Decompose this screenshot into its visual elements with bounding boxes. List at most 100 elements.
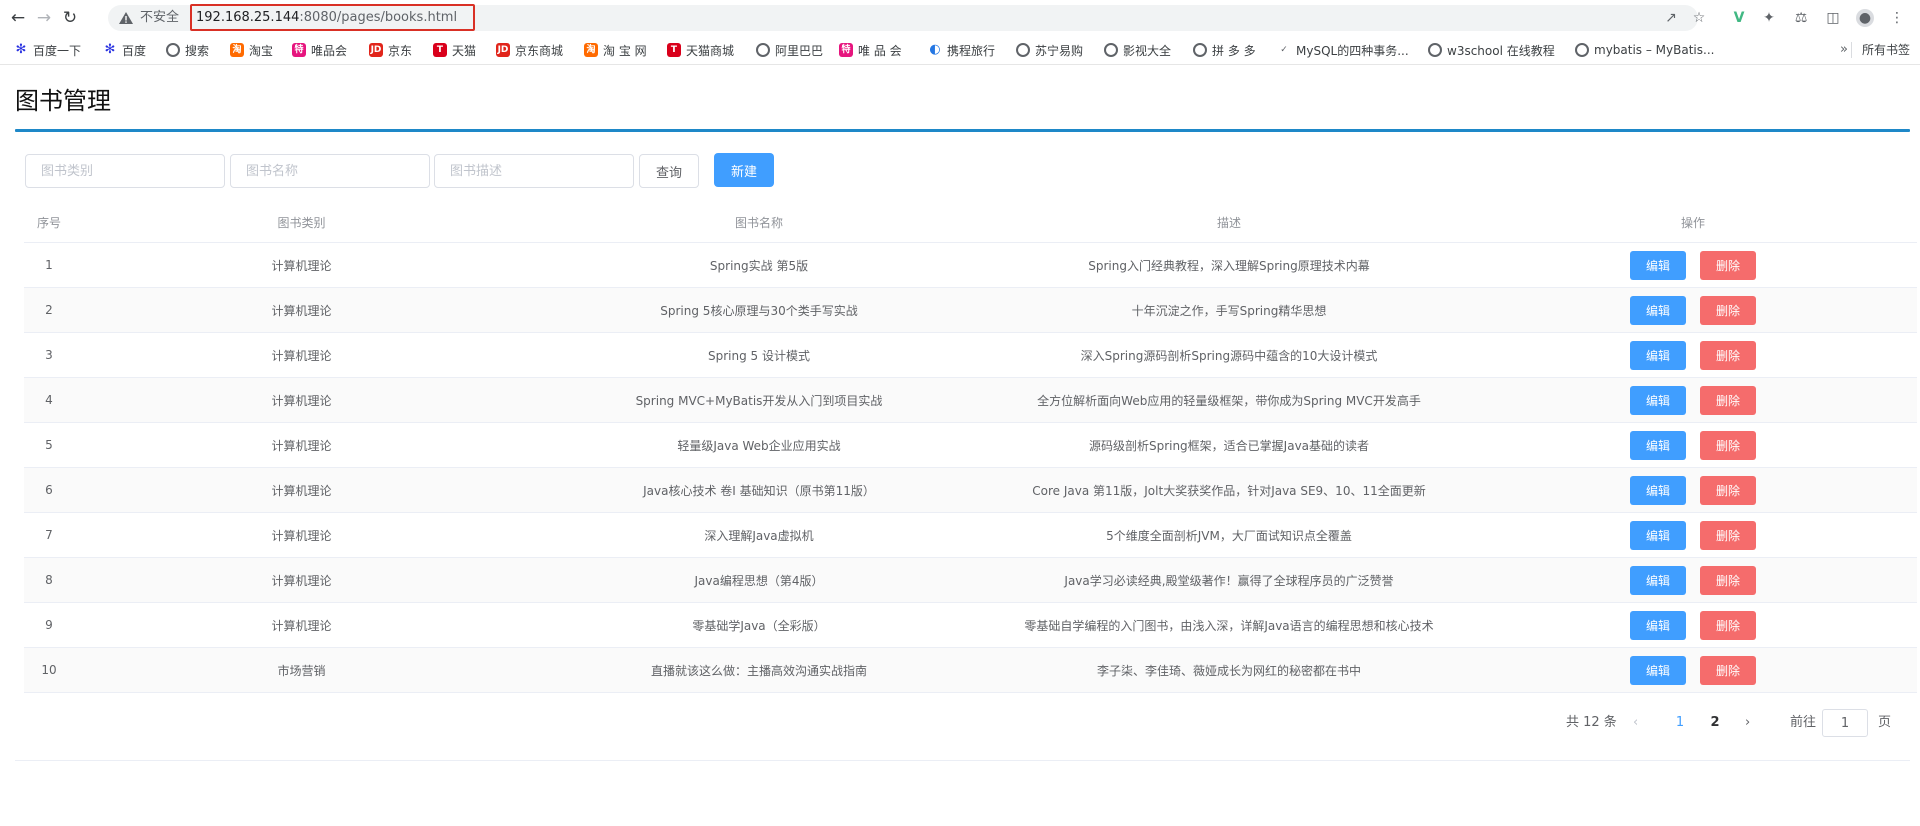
cell-index: 1 [45,258,53,272]
name-search-input[interactable] [230,154,430,188]
all-bookmarks-button[interactable]: 所有书签 [1850,42,1910,58]
new-book-button[interactable]: 新建 [714,153,774,187]
delete-button[interactable]: 删除 [1700,340,1756,370]
bookmark-item[interactable]: JD 京东 [369,42,412,58]
delete-button[interactable]: 删除 [1700,385,1756,415]
bookmark-label: 搜索 [185,43,210,58]
url-path: :8080/pages/books.html [299,10,458,25]
bookmark-item[interactable]: ✻ 百度 [103,42,146,58]
forward-icon[interactable]: → [34,8,54,28]
cell-operations: 编辑 删除 [1469,250,1917,280]
browser-toolbar: ← → ↻ 不安全 192.168.25.144:8080/pages/book… [0,0,1920,35]
bookmarks-bar: ✻ 百度一下 ✻ 百度 搜索 淘淘宝 特唯品会 JD 京东 T 天猫 JD 京东商城 淘淘 宝 网 T 天猫商… [0,35,1920,65]
edit-button[interactable]: 编辑 [1630,610,1686,640]
table-row: 9 计算机理论 零基础学Java（全彩版） 零基础自学编程的入门图书，由浅入深，详解J… [24,603,1917,648]
cell-operations: 编辑 删除 [1469,430,1917,460]
edit-button[interactable]: 编辑 [1630,430,1686,460]
bookmark-item[interactable]: 搜索 [166,42,209,58]
cell-name: 零基础学Java（全彩版） [692,618,826,633]
edit-button[interactable]: 编辑 [1630,520,1686,550]
cell-index: 10 [41,663,57,677]
extensions-icon[interactable]: ✦ [1760,9,1778,27]
delete-button[interactable]: 删除 [1700,475,1756,505]
bookmark-item[interactable]: w3school 在线教程 [1428,42,1555,58]
warning-icon[interactable] [118,10,134,26]
bookmark-label: 影视大全 [1123,43,1172,58]
cell-index: 5 [45,438,53,452]
cell-index: 7 [45,528,53,542]
next-page-icon[interactable]: › [1745,709,1750,737]
delete-button[interactable]: 删除 [1700,430,1756,460]
bookmark-item[interactable]: T 天猫商城 [667,42,734,58]
menu-kebab-icon[interactable]: ⋮ [1888,9,1906,27]
page-number-2[interactable]: 2 [1700,709,1730,737]
delete-button[interactable]: 删除 [1700,655,1756,685]
bookmark-item[interactable]: JD 京东商城 [496,42,563,58]
delete-button[interactable]: 删除 [1700,250,1756,280]
category-search-input[interactable] [25,154,225,188]
goto-page-input[interactable] [1822,709,1868,737]
globe-icon [1428,43,1442,57]
bookmark-item[interactable]: mybatis – MyBatis... [1575,42,1714,58]
bookmark-item[interactable]: ◐ 携程旅行 [928,42,995,58]
bookmark-item[interactable]: T 天猫 [433,42,476,58]
delete-button[interactable]: 删除 [1700,295,1756,325]
edit-button[interactable]: 编辑 [1630,340,1686,370]
cell-category: 计算机理论 [271,303,332,318]
url-text[interactable]: 192.168.25.144:8080/pages/books.html [196,10,457,26]
bookmark-label: 百度一下 [33,43,82,58]
profile-avatar-icon[interactable]: ● [1856,9,1874,27]
cell-category: 计算机理论 [271,483,332,498]
bookmark-item[interactable]: 影视大全 [1104,42,1171,58]
bookmark-item[interactable]: 特唯品会 [292,42,347,58]
back-icon[interactable]: ← [8,8,28,28]
table-row: 10 市场营销 直播就该这么做：主播高效沟通实战指南 李子柒、李佳琦、薇娅成长为网红的… [24,648,1917,693]
edit-button[interactable]: 编辑 [1630,565,1686,595]
bookmark-label: 阿里巴巴 [775,43,824,58]
goto-label: 前往 [1790,715,1817,730]
edit-button[interactable]: 编辑 [1630,250,1686,280]
bookmark-label: MySQL的四种事务... [1296,43,1409,58]
bookmark-item[interactable]: 拼 多 多 [1193,42,1256,58]
bookmark-item[interactable]: 苏宁易购 [1016,42,1083,58]
bookmark-item[interactable]: 淘淘 宝 网 [584,42,647,58]
security-label[interactable]: 不安全 [140,10,179,26]
share-icon[interactable]: ↗ [1662,10,1680,26]
description-search-input[interactable] [434,154,634,188]
prev-page-icon[interactable]: ‹ [1633,709,1638,737]
cell-operations: 编辑 删除 [1469,610,1917,640]
cell-category: 计算机理论 [271,393,332,408]
lab-flask-icon[interactable]: ⚖ [1792,9,1810,27]
cell-index: 9 [45,618,53,632]
cell-description: 深入Spring源码剖析Spring源码中蕴含的10大设计模式 [1080,348,1378,363]
edit-button[interactable]: 编辑 [1630,475,1686,505]
edit-button[interactable]: 编辑 [1630,385,1686,415]
vip-icon: 特 [839,43,853,57]
page-number-1[interactable]: 1 [1665,709,1695,737]
delete-button[interactable]: 删除 [1700,565,1756,595]
star-icon[interactable]: ☆ [1690,10,1708,26]
address-bar[interactable]: 不安全 192.168.25.144:8080/pages/books.html… [108,4,1705,31]
bookmark-label: 淘宝 [249,43,274,58]
globe-icon [1575,43,1589,57]
bookmark-item[interactable]: 淘淘宝 [230,42,273,58]
edit-button[interactable]: 编辑 [1630,655,1686,685]
header-operations: 操作 [1680,215,1705,230]
cell-description: 十年沉淀之作，手写Spring精华思想 [1131,303,1327,318]
table-row: 4 计算机理论 Spring MVC+MyBatis开发从入门到项目实战 全方位解析面… [24,378,1917,423]
cell-operations: 编辑 删除 [1469,565,1917,595]
bookmark-item[interactable]: ✓ MySQL的四种事务... [1277,42,1409,58]
delete-button[interactable]: 删除 [1700,520,1756,550]
cell-index: 6 [45,483,53,497]
vue-devtools-icon[interactable]: V [1730,9,1748,27]
delete-button[interactable]: 删除 [1700,610,1756,640]
reload-icon[interactable]: ↻ [60,8,80,28]
query-button[interactable]: 查询 [639,154,699,188]
bookmarks-overflow-icon[interactable]: » [1840,42,1848,58]
bookmark-item[interactable]: ✻ 百度一下 [14,42,81,58]
bookmark-item[interactable]: 特唯 品 会 [839,42,902,58]
bookmark-item[interactable]: 阿里巴巴 [756,42,823,58]
cell-category: 计算机理论 [271,258,332,273]
side-panel-icon[interactable]: ◫ [1824,9,1842,27]
edit-button[interactable]: 编辑 [1630,295,1686,325]
